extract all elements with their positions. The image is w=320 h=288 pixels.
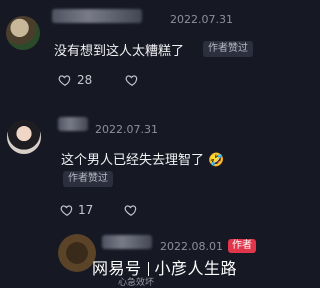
comment-date: 2022.08.01 (160, 240, 223, 253)
comment-item: 2022.07.31 没有想到这人太糟糕了 作者赞过 28 (0, 0, 279, 95)
comment-snippet: 心急效坏 (118, 278, 155, 288)
author-liked-badge: 作者赞过 (63, 171, 113, 187)
avatar[interactable] (7, 120, 41, 154)
avatar[interactable] (6, 16, 40, 50)
avatar[interactable] (58, 234, 96, 272)
like-count: 17 (78, 203, 94, 217)
author-tag: 作者 (228, 239, 256, 253)
heart-icon[interactable] (58, 73, 72, 87)
comment-date: 2022.07.31 (170, 13, 233, 26)
dislike-icon[interactable] (124, 203, 138, 217)
like-count: 28 (77, 73, 93, 87)
comment-text: 这个男人已经失去理智了 🤣 (61, 153, 225, 168)
comment-item: 2022.07.31 这个男人已经失去理智了 🤣 作者赞过 17 (0, 110, 279, 230)
heart-icon[interactable] (60, 203, 74, 217)
username-blurred[interactable] (58, 117, 88, 131)
comment-text: 没有想到这人太糟糕了 (54, 44, 185, 59)
username-blurred[interactable] (102, 235, 152, 249)
comment-date: 2022.07.31 (95, 123, 158, 136)
username-blurred[interactable] (52, 9, 142, 23)
dislike-icon[interactable] (125, 73, 139, 87)
watermark: 网易号 小彦人生路 (92, 255, 237, 279)
watermark-author: 小彦人生路 (154, 259, 238, 278)
watermark-divider (147, 262, 149, 276)
author-liked-badge: 作者赞过 (203, 41, 253, 57)
